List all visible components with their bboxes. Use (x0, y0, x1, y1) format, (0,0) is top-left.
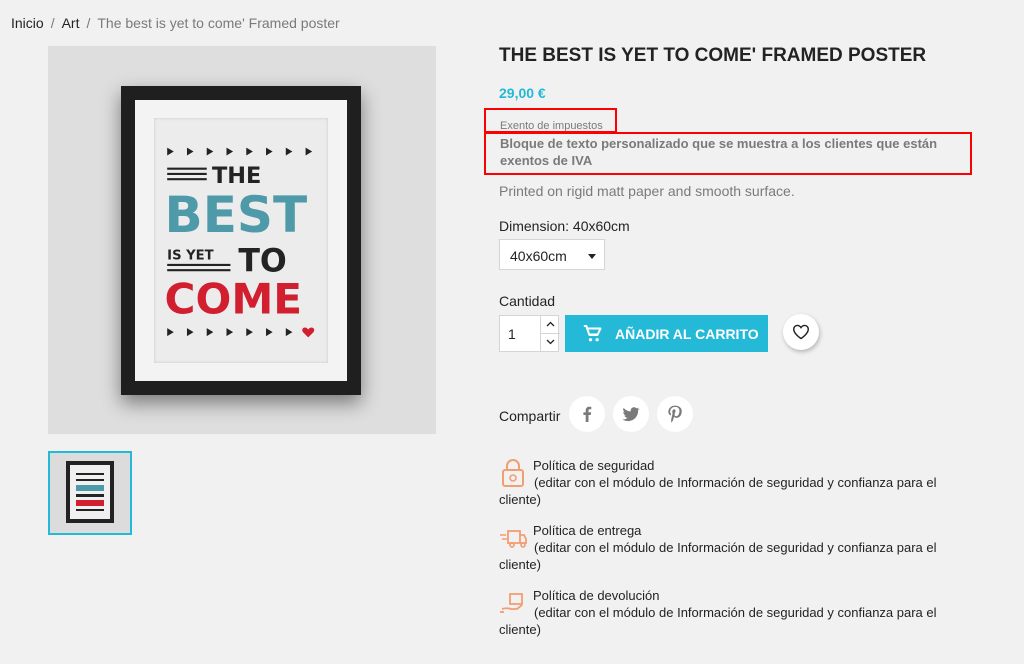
product-short-description: Printed on rigid matt paper and smooth s… (499, 183, 795, 199)
quantity-decrement-button[interactable] (540, 334, 560, 351)
chevron-down-icon (546, 339, 555, 345)
lock-icon (502, 459, 524, 487)
dimension-select[interactable]: 40x60cm (499, 239, 605, 270)
add-to-cart-label: Añadir al carrito (615, 326, 759, 342)
twitter-icon (622, 407, 640, 422)
wishlist-button[interactable] (783, 314, 819, 350)
variant-label: Dimension: 40x60cm (499, 218, 630, 234)
product-price: 29,00 € (499, 85, 546, 101)
product-thumbnail[interactable] (48, 451, 132, 535)
poster-frame: THE BEST IS YET TO COME (121, 86, 361, 395)
arrow-row-top (167, 147, 313, 156)
breadcrumb: Inicio / Art / The best is yet to come' Fram… (11, 15, 340, 31)
thumbnail-frame (66, 461, 114, 523)
thumbnail-mat (70, 465, 110, 519)
share-facebook-button[interactable] (569, 396, 605, 432)
breadcrumb-separator: / (50, 15, 55, 31)
poster-word-is-yet: IS YET (167, 249, 214, 264)
breadcrumb-link-home[interactable]: Inicio (11, 15, 44, 31)
poster-artwork: THE BEST IS YET TO COME (154, 118, 328, 363)
reassurance-item-returns: Política de devolución (editar con el mó… (499, 587, 964, 638)
custom-vat-text: Bloque de texto personalizado que se mue… (500, 136, 938, 168)
product-main-image[interactable]: THE BEST IS YET TO COME (48, 46, 436, 434)
quantity-label: Cantidad (499, 293, 556, 309)
poster-word-best: BEST (165, 186, 308, 244)
truck-icon (500, 530, 527, 548)
stripes-is-yet (167, 263, 231, 272)
share-twitter-button[interactable] (613, 396, 649, 432)
poster-mat: THE BEST IS YET TO COME (135, 100, 347, 381)
breadcrumb-current: The best is yet to come' Framed poster (97, 15, 340, 31)
facebook-icon (583, 406, 592, 422)
caret-down-icon (588, 254, 596, 259)
heart-icon (302, 327, 315, 338)
poster-word-come: COME (165, 275, 303, 324)
reassurance-title: Política de devolución (533, 588, 660, 603)
quantity-increment-button[interactable] (540, 316, 560, 334)
tax-label: Exento de impuestos (500, 120, 603, 132)
poster-graphic: THE BEST IS YET TO COME (165, 147, 315, 338)
dimension-select-value: 40x60cm (510, 248, 567, 264)
reassurance-title: Política de entrega (533, 523, 642, 538)
return-icon (500, 593, 523, 613)
shopping-cart-icon (583, 325, 602, 342)
breadcrumb-link-art[interactable]: Art (62, 15, 80, 31)
breadcrumb-separator: / (86, 15, 91, 31)
heart-outline-icon (792, 324, 810, 340)
quantity-input[interactable] (500, 316, 540, 351)
chevron-up-icon (546, 321, 555, 327)
add-to-cart-button[interactable]: Añadir al carrito (565, 315, 768, 352)
product-title: The best is yet to come' Framed poster (499, 45, 927, 66)
arrow-row-bottom (167, 328, 293, 337)
reassurance-item-delivery: Política de entrega (editar con el módul… (499, 522, 964, 573)
reassurance-item-security: Política de seguridad (editar con el mód… (499, 457, 964, 508)
pinterest-icon (668, 405, 682, 423)
thumbnail-poster-graphic (76, 473, 104, 511)
share-pinterest-button[interactable] (657, 396, 693, 432)
stripes-the (167, 167, 207, 181)
reassurance-title: Política de seguridad (533, 458, 655, 473)
quantity-stepper (499, 315, 560, 352)
share-label: Compartir (499, 408, 561, 424)
